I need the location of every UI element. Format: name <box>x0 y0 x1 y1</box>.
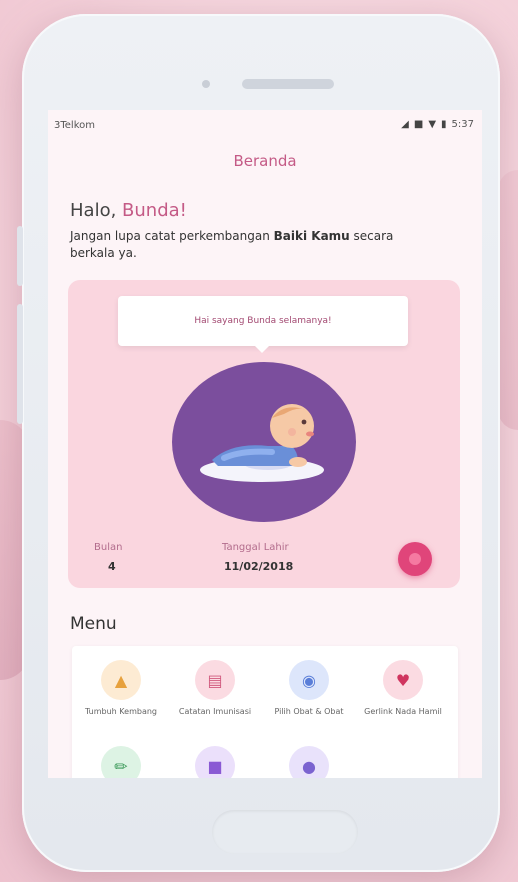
menu-item-label: Catatan Imunisasi <box>178 707 252 716</box>
baby-card[interactable]: Hai sayang Bunda selamanya! Bulan 4 Tang… <box>68 280 460 588</box>
phone-home-button[interactable] <box>212 810 358 854</box>
menu-item-5[interactable]: ✏ <box>76 746 166 778</box>
network-icon: ■ <box>413 119 424 130</box>
baby-illustration <box>172 362 356 522</box>
phone-side-button <box>17 304 23 424</box>
medicine-icon: ◉ <box>289 660 329 700</box>
growth-icon: ▲ <box>101 660 141 700</box>
record-icon: ▤ <box>195 660 235 700</box>
menu-item-7[interactable]: ● <box>264 746 354 778</box>
phone-camera <box>202 80 210 88</box>
menu-item-tumbuh-kembang[interactable]: ▲ Tumbuh Kembang <box>76 660 166 717</box>
page-title: Beranda <box>233 152 297 170</box>
app-screen: 3Telkom ◢ ■ ▼ ▮ 5:37 Beranda Halo, Bunda… <box>48 110 482 778</box>
menu-item-6[interactable]: ■ <box>170 746 260 778</box>
notes-icon: ■ <box>195 746 235 778</box>
menu-item-label: Pilih Obat & Obat <box>274 707 344 716</box>
greeting-message-bold: Baiki Kamu <box>273 229 350 243</box>
age-value: 4 <box>108 560 116 573</box>
phone-volume-button <box>17 226 23 286</box>
menu-title: Menu <box>70 614 117 634</box>
syringe-icon: ✏ <box>101 746 141 778</box>
baby-icon <box>200 404 324 482</box>
pregnancy-icon: ♥ <box>383 660 423 700</box>
greeting-name: Bunda! <box>122 200 187 221</box>
dob-label: Tanggal Lahir <box>222 542 289 553</box>
greeting: Halo, Bunda! <box>70 200 187 221</box>
menu-item-gerlink-nada-hamil[interactable]: ♥ Gerlink Nada Hamil <box>358 660 448 717</box>
age-label: Bulan <box>94 542 123 553</box>
menu-item-catatan-imunisasi[interactable]: ▤ Catatan Imunisasi <box>170 660 260 717</box>
signal-icon: ◢ <box>401 119 409 130</box>
dob-value: 11/02/2018 <box>224 560 294 573</box>
phone-speaker <box>242 79 334 89</box>
background-decoration-right <box>498 170 518 430</box>
battery-icon: ▮ <box>441 119 447 130</box>
banner-message: Hai sayang Bunda selamanya! <box>118 296 408 353</box>
menu-item-label: Tumbuh Kembang <box>85 707 157 716</box>
menu-grid: ▲ Tumbuh Kembang ▤ Catatan Imunisasi ◉ P… <box>72 646 458 778</box>
status-carrier: 3Telkom <box>54 120 95 131</box>
menu-item-pilih-obat[interactable]: ◉ Pilih Obat & Obat <box>264 660 354 717</box>
greeting-message: Jangan lupa catat perkembangan Baiki Kam… <box>70 228 400 262</box>
status-bar: 3Telkom ◢ ■ ▼ ▮ 5:37 <box>48 110 482 138</box>
status-time: 5:37 <box>451 119 474 130</box>
greeting-prefix: Halo, <box>70 200 123 221</box>
wifi-icon: ▼ <box>428 119 437 130</box>
chat-icon: ● <box>289 746 329 778</box>
edit-baby-button[interactable] <box>398 542 432 576</box>
menu-item-label: Gerlink Nada Hamil <box>364 707 442 716</box>
greeting-message-start: Jangan lupa catat perkembangan <box>70 229 274 243</box>
status-icons: ◢ ■ ▼ ▮ 5:37 <box>401 119 474 130</box>
